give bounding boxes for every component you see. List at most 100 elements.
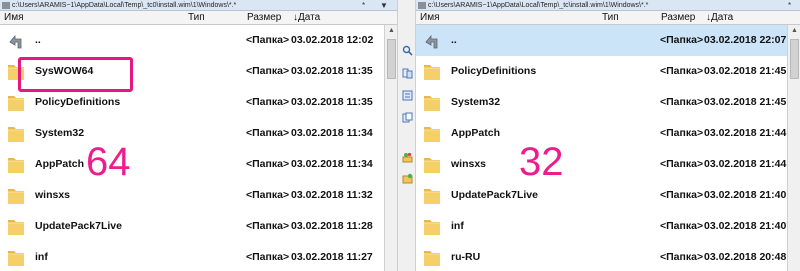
table-row[interactable]: AppPatch <Папка> 03.02.2018 21:44 [416,118,800,149]
file-type: <Папка> [660,96,704,108]
file-type: <Папка> [246,65,290,77]
highlight-box [18,57,133,92]
folder-icon [6,154,26,175]
table-row[interactable]: UpdatePack7Live <Папка> 03.02.2018 11:28 [0,211,397,242]
left-scrollbar[interactable]: ▲ [384,25,397,271]
column-date-header[interactable]: ↓Дата [706,11,733,25]
column-name-header[interactable]: Имя [420,11,439,25]
table-row[interactable]: System32 <Папка> 03.02.2018 11:34 [0,118,397,149]
file-type: <Папка> [246,96,290,108]
table-row[interactable]: winsxs <Папка> 03.02.2018 11:32 [0,180,397,211]
up-arrow-icon [422,30,442,51]
file-name: PolicyDefinitions [35,96,121,108]
file-type: <Папка> [246,251,290,263]
column-name-header[interactable]: Имя [4,11,23,25]
file-name: System32 [35,127,85,139]
file-date: 03.02.2018 21:40 [704,220,787,232]
up-arrow-icon [6,30,26,51]
left-path-text: c:\Users\ARAMIS~1\AppData\Local\Temp\_tc… [12,2,237,9]
right-scrollbar[interactable]: ▲ [787,25,800,271]
scroll-thumb[interactable] [387,39,396,79]
table-row[interactable]: .. <Папка> 03.02.2018 12:02 [0,25,397,56]
file-date: 03.02.2018 21:45 [704,65,787,77]
file-date: 03.02.2018 11:34 [291,127,373,139]
table-row[interactable]: inf <Папка> 03.02.2018 21:40 [416,211,800,242]
table-row[interactable]: PolicyDefinitions <Папка> 03.02.2018 21:45 [416,56,800,87]
file-type: <Папка> [660,189,704,201]
folder-icon [422,123,442,144]
file-name: AppPatch [35,158,85,170]
file-type: <Папка> [660,65,704,77]
search-icon[interactable] [402,45,413,56]
file-type: <Папка> [660,34,704,46]
table-row[interactable]: UpdatePack7Live <Папка> 03.02.2018 21:40 [416,180,800,211]
new-folder-icon[interactable] [402,173,413,184]
drive-icon [418,2,426,9]
folder-icon [422,247,442,268]
sync-dirs-icon[interactable] [402,90,413,101]
left-history-dropdown[interactable]: ▼ [380,0,388,10]
left-filter-button[interactable]: * [362,0,365,10]
right-file-list: .. <Папка> 03.02.2018 22:07 PolicyDefinitio… [416,25,800,271]
annotation-64: 64 [86,140,131,184]
table-row[interactable]: .. <Папка> 03.02.2018 22:07 [416,25,800,56]
file-name: inf [451,220,464,232]
folder-icon [422,92,442,113]
table-row[interactable]: ru-RU <Папка> 03.02.2018 20:48 [416,242,800,271]
folder-icon [422,154,442,175]
file-type: <Папка> [660,220,704,232]
file-name: UpdatePack7Live [35,220,122,232]
table-row[interactable]: System32 <Папка> 03.02.2018 21:45 [416,87,800,118]
copy-names-icon[interactable] [402,112,413,123]
scroll-up-arrow-icon[interactable]: ▲ [388,27,395,34]
file-date: 03.02.2018 12:02 [291,34,374,46]
right-file-panel[interactable]: c:\Users\ARAMIS~1\AppData\Local\Temp\_tc… [416,0,800,271]
file-name: System32 [451,96,501,108]
column-size-header[interactable]: Размер [661,11,695,25]
scroll-thumb[interactable] [790,39,799,79]
table-row[interactable]: winsxs <Папка> 03.02.2018 21:44 [416,149,800,180]
file-date: 03.02.2018 11:34 [291,158,373,170]
file-date: 03.02.2018 22:07 [704,34,787,46]
file-type: <Папка> [246,189,290,201]
file-name: UpdatePack7Live [451,189,538,201]
left-path-bar[interactable]: c:\Users\ARAMIS~1\AppData\Local\Temp\_tc… [0,0,397,11]
file-type: <Папка> [660,158,704,170]
folder-icon [422,61,442,82]
file-type: <Папка> [660,127,704,139]
file-date: 03.02.2018 21:44 [704,127,787,139]
file-name: ru-RU [451,251,481,263]
right-filter-button[interactable]: * [788,0,791,10]
file-date: 03.02.2018 20:48 [704,251,787,263]
scroll-up-arrow-icon[interactable]: ▲ [791,27,798,34]
file-name: PolicyDefinitions [451,65,537,77]
file-name: inf [35,251,48,263]
column-type-header[interactable]: Тип [188,11,205,25]
left-file-panel[interactable]: c:\Users\ARAMIS~1\AppData\Local\Temp\_tc… [0,0,397,271]
file-type: <Папка> [246,158,290,170]
file-date: 03.02.2018 21:40 [704,189,787,201]
file-date: 03.02.2018 21:45 [704,96,787,108]
file-date: 03.02.2018 11:28 [291,220,373,232]
compare-icon[interactable] [402,68,413,79]
file-type: <Папка> [246,34,290,46]
folder-icon [6,92,26,113]
left-column-header: Имя Тип Размер ↓Дата [0,11,397,25]
column-date-header[interactable]: ↓Дата [293,11,320,25]
table-row[interactable]: inf <Папка> 03.02.2018 11:27 [0,242,397,271]
tree-icon[interactable] [402,152,413,163]
right-path-bar[interactable]: c:\Users\ARAMIS~1\AppData\Local\Temp\_tc… [416,0,800,11]
file-date: 03.02.2018 11:35 [291,96,373,108]
file-date: 03.02.2018 11:32 [291,189,373,201]
table-row[interactable]: AppPatch <Папка> 03.02.2018 11:34 [0,149,397,180]
file-name: winsxs [35,189,71,201]
file-name: .. [35,34,41,46]
middle-toolbar [397,0,416,271]
folder-icon [422,216,442,237]
folder-icon [6,185,26,206]
annotation-32: 32 [519,140,564,184]
file-type: <Папка> [246,127,290,139]
column-size-header[interactable]: Размер [247,11,281,25]
file-name: AppPatch [451,127,501,139]
column-type-header[interactable]: Тип [602,11,619,25]
